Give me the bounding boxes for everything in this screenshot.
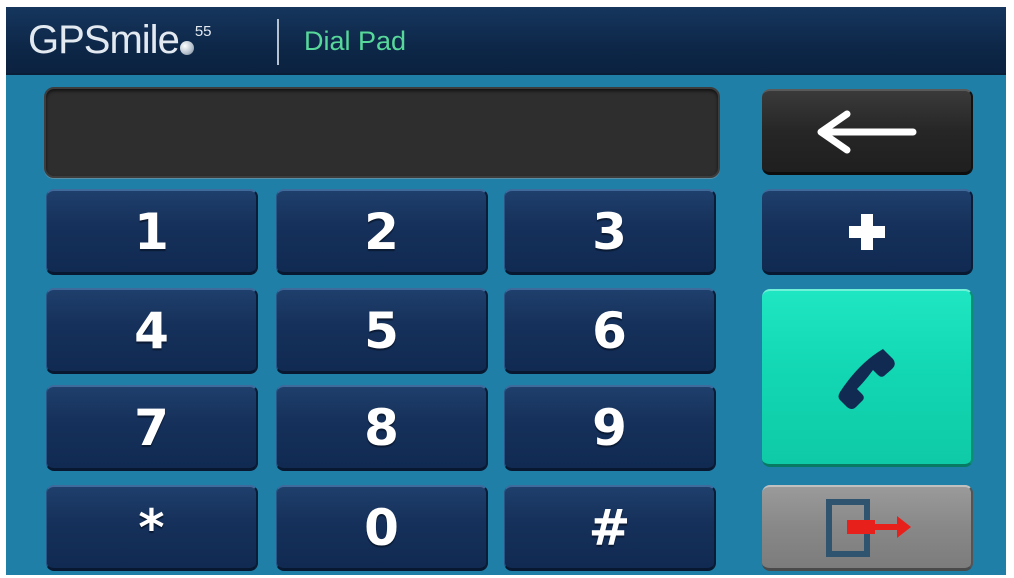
plus-icon [848, 213, 885, 250]
key-3[interactable]: 3 [504, 189, 716, 275]
header-bar: GPSmile 55 Dial Pad [6, 7, 1006, 75]
key-label: 5 [364, 301, 399, 360]
key-label: 6 [592, 301, 627, 360]
brand-name: GPSmile [28, 18, 180, 62]
key-star[interactable]: * [46, 485, 258, 571]
key-5[interactable]: 5 [276, 288, 488, 374]
key-8[interactable]: 8 [276, 385, 488, 471]
key-label: 8 [364, 398, 399, 457]
key-label: 0 [364, 498, 399, 557]
key-label: 2 [364, 202, 399, 261]
brand-dot-icon [179, 41, 194, 55]
key-0[interactable]: 0 [276, 485, 488, 571]
key-label: # [588, 498, 631, 557]
key-9[interactable]: 9 [504, 385, 716, 471]
page-title: Dial Pad [304, 26, 407, 56]
phone-icon [838, 348, 895, 409]
key-label: 3 [592, 202, 627, 261]
number-display [44, 87, 720, 178]
backspace-button[interactable] [762, 89, 973, 175]
plus-button[interactable] [762, 189, 973, 275]
header-divider [277, 19, 279, 65]
key-hash[interactable]: # [504, 485, 716, 571]
key-6[interactable]: 6 [504, 288, 716, 374]
key-label: 4 [134, 301, 169, 360]
exit-button[interactable] [762, 485, 973, 571]
brand-logo: GPSmile 55 [28, 17, 212, 63]
key-label: * [138, 498, 165, 557]
exit-door-icon [825, 498, 911, 557]
key-label: 7 [134, 398, 169, 457]
key-label: 9 [592, 398, 627, 457]
key-7[interactable]: 7 [46, 385, 258, 471]
call-button[interactable] [762, 289, 973, 467]
key-4[interactable]: 4 [46, 288, 258, 374]
key-label: 1 [134, 202, 169, 261]
dial-pad-screen: GPSmile 55 Dial Pad 1 2 3 4 5 6 7 8 9 * … [6, 7, 1006, 575]
brand-superscript: 55 [194, 23, 212, 40]
key-1[interactable]: 1 [46, 189, 258, 275]
left-arrow-icon [817, 110, 916, 153]
key-2[interactable]: 2 [276, 189, 488, 275]
